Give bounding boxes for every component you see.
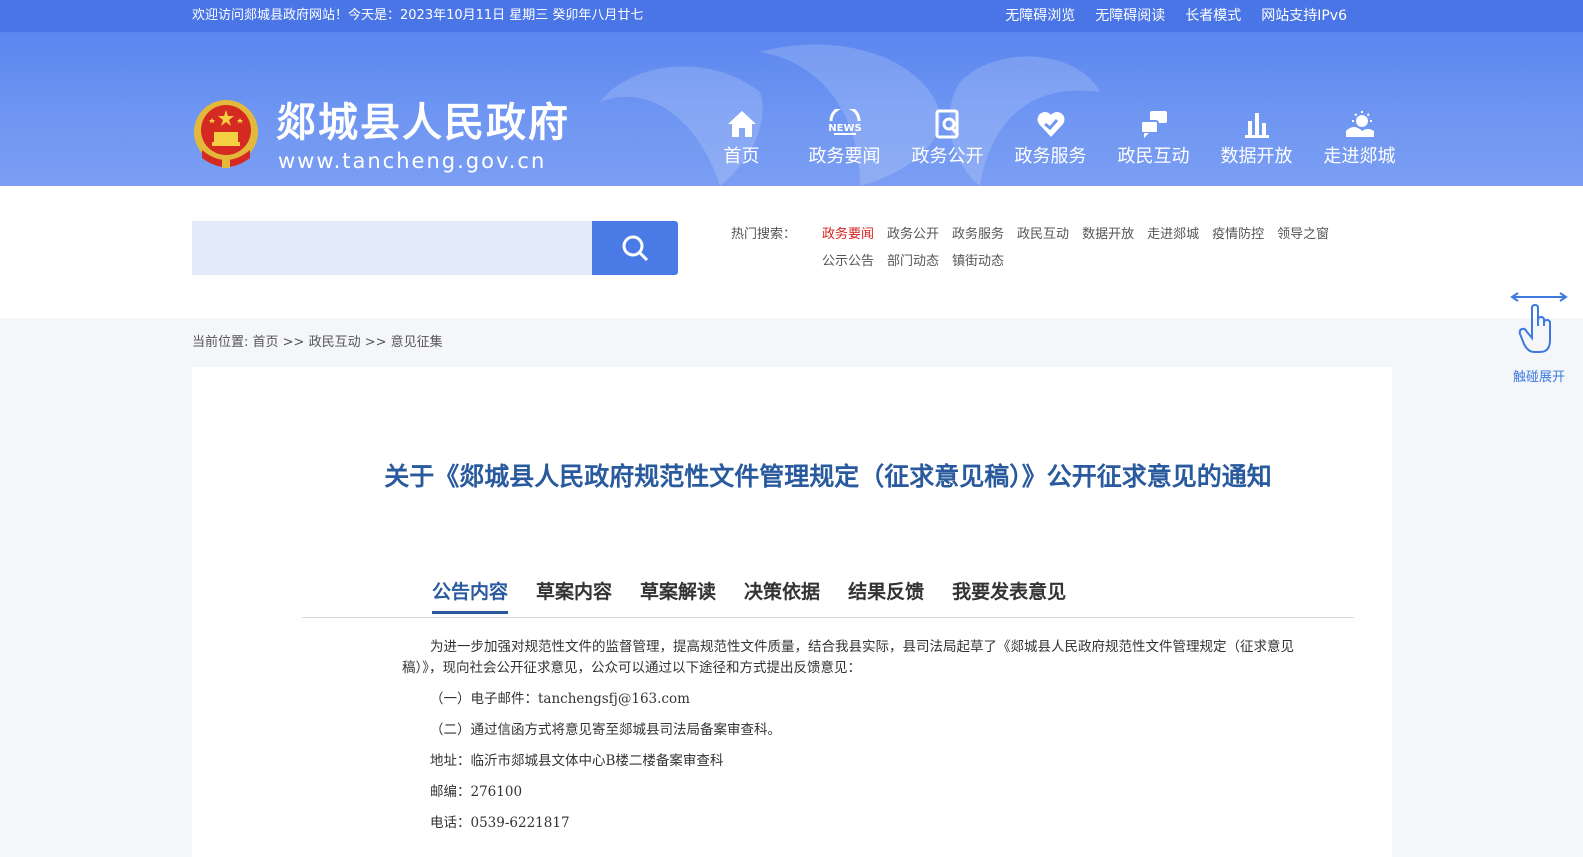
home-icon	[690, 108, 793, 140]
heart-service-icon	[999, 108, 1102, 140]
search-section: 热门搜索： 政务要闻 政务公开 政务服务 政民互动 数据开放 走进郯城 疫情防控 领导之窗公示…	[0, 186, 1583, 318]
search-input[interactable]	[192, 221, 592, 275]
hot-search-item[interactable]: 疫情防控	[1212, 226, 1264, 244]
tab-draft-content[interactable]: 草案内容	[536, 579, 612, 614]
breadcrumb-interaction[interactable]: 政民互动	[309, 335, 361, 350]
top-bar: 欢迎访问郯城县政府网站！今天是：2023年10月11日 星期三 癸卯年八月廿七 …	[0, 0, 1583, 32]
touch-expand-widget[interactable]: 触碰展开	[1508, 290, 1570, 390]
nav-item-gov-service[interactable]: 政务服务	[999, 108, 1102, 178]
breadcrumb-separator: >>	[360, 335, 391, 350]
nav-item-data-open[interactable]: 数据开放	[1205, 108, 1308, 178]
nav-label: 政务公开	[911, 146, 984, 167]
breadcrumb-prefix: 当前位置:	[192, 335, 253, 350]
tab-notice-content[interactable]: 公告内容	[432, 579, 509, 614]
nav-label: 政务要闻	[808, 146, 881, 167]
accessibility-links: 无障碍浏览 无障碍阅读 长者模式 网站支持IPv6	[1005, 0, 1347, 32]
hot-search-item[interactable]: 部门动态	[887, 253, 939, 271]
tab-result-feedback[interactable]: 结果反馈	[848, 579, 924, 614]
nav-label: 政民互动	[1117, 146, 1190, 167]
tab-decision-basis[interactable]: 决策依据	[744, 579, 820, 614]
hot-search-label: 热门搜索：	[731, 227, 797, 242]
hot-search-item[interactable]: 走进郯城	[1147, 226, 1199, 244]
accessible-read-link[interactable]: 无障碍阅读	[1095, 0, 1165, 32]
breadcrumb-opinion[interactable]: 意见征集	[391, 335, 443, 350]
site-title: 郯城县人民政府	[276, 99, 570, 146]
news-icon: NEWS	[793, 108, 896, 140]
article-postcode-line: 邮编：276100	[430, 784, 523, 800]
chat-icon	[1102, 108, 1205, 140]
hot-search-item[interactable]: 公示公告	[822, 253, 874, 271]
main-nav: 首页 NEWS 政务要闻 政务公开 政务服务 政民互动 数据开放 走进郯城	[690, 108, 1411, 178]
article-email-line: （一）电子邮件：tanchengsfj@163.com	[430, 691, 690, 707]
document-title: 关于《郯城县人民政府规范性文件管理规定（征求意见稿）》公开征求意见的通知	[384, 462, 1272, 491]
breadcrumb-home[interactable]: 首页	[253, 335, 279, 350]
welcome-text: 欢迎访问郯城县政府网站！今天是：2023年10月11日 星期三 癸卯年八月廿七	[192, 8, 644, 23]
hot-search-item[interactable]: 政务要闻	[822, 226, 874, 244]
nav-label: 首页	[723, 146, 760, 167]
accessible-browse-link[interactable]: 无障碍浏览	[1005, 0, 1075, 32]
document-search-icon	[896, 108, 999, 140]
national-emblem-logo	[194, 100, 258, 168]
hand-pointer-icon	[1518, 304, 1551, 353]
article-phone-line: 电话：0539-6221817	[430, 815, 570, 831]
article-mail-line: （二）通过信函方式将意见寄至郯城县司法局备案审查科。	[430, 722, 781, 738]
article-address-line: 地址：临沂市郯城县文体中心B楼二楼备案审查科	[430, 753, 724, 769]
hot-search-item[interactable]: 政务公开	[887, 226, 939, 244]
tab-submit-opinion[interactable]: 我要发表意见	[952, 579, 1066, 614]
tab-draft-interpretation[interactable]: 草案解读	[640, 579, 716, 614]
hot-search-item[interactable]: 镇街动态	[952, 253, 1004, 271]
nav-item-interaction[interactable]: 政民互动	[1102, 108, 1205, 178]
elderly-mode-link[interactable]: 长者模式	[1185, 0, 1241, 32]
nav-label: 政务服务	[1014, 146, 1087, 167]
site-domain: www.tancheng.gov.cn	[278, 149, 547, 173]
article-intro: 为进一步加强对规范性文件的监督管理，提高规范性文件质量，结合我县实际，县司法局起…	[402, 639, 1294, 676]
bar-chart-icon	[1205, 108, 1308, 140]
article-body: 为进一步加强对规范性文件的监督管理，提高规范性文件质量，结合我县实际，县司法局起…	[402, 637, 1312, 834]
nav-item-gov-affairs-open[interactable]: 政务公开	[896, 108, 999, 178]
hot-search-item[interactable]: 政民互动	[1017, 226, 1069, 244]
hot-search-item[interactable]: 数据开放	[1082, 226, 1134, 244]
site-header: 郯城县人民政府 www.tancheng.gov.cn 首页 NEWS 政务要闻	[0, 32, 1583, 186]
sun-landscape-icon	[1308, 108, 1411, 140]
breadcrumb-separator: >>	[278, 335, 309, 350]
search-button[interactable]	[592, 221, 678, 275]
nav-item-news[interactable]: NEWS 政务要闻	[793, 108, 896, 178]
news-icon-text: NEWS	[828, 123, 861, 134]
search-icon	[622, 235, 649, 262]
nav-label: 走进郯城	[1323, 146, 1396, 167]
content-panel: 关于《郯城县人民政府规范性文件管理规定（征求意见稿）》公开征求意见的通知 公告内…	[192, 367, 1392, 857]
breadcrumb: 当前位置: 首页 >> 政民互动 >> 意见征集	[192, 334, 443, 352]
tab-bar: 公告内容 草案内容 草案解读 决策依据 结果反馈 我要发表意见	[432, 579, 1066, 614]
ipv6-link[interactable]: 网站支持IPv6	[1261, 0, 1347, 32]
nav-label: 数据开放	[1220, 146, 1293, 167]
hot-search-item[interactable]: 领导之窗	[1277, 226, 1329, 244]
hot-search-list: 政务要闻 政务公开 政务服务 政民互动 数据开放 走进郯城 疫情防控 领导之窗公示公告 部门动态…	[822, 226, 1382, 280]
nav-item-home[interactable]: 首页	[690, 108, 793, 178]
touch-expand-label: 触碰展开	[1512, 370, 1565, 385]
horizontal-arrows-icon	[1510, 292, 1568, 302]
tab-divider	[302, 617, 1354, 618]
hot-search-item[interactable]: 政务服务	[952, 226, 1004, 244]
nav-item-about-tancheng[interactable]: 走进郯城	[1308, 108, 1411, 178]
